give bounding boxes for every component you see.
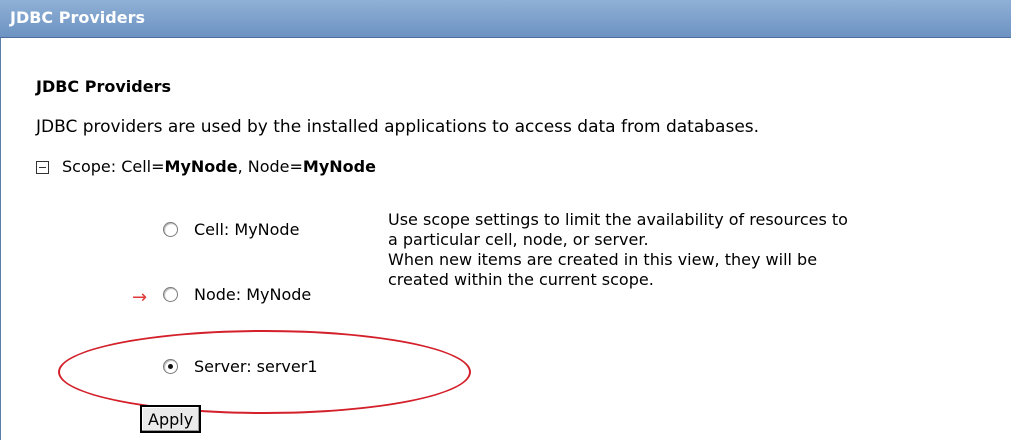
radio-node[interactable]: [163, 287, 178, 302]
collapse-icon[interactable]: [36, 160, 49, 174]
scope-option-server-label: Server: server1: [194, 357, 318, 376]
scope-option-node[interactable]: Node: MyNode: [163, 285, 311, 304]
section-description: JDBC providers are used by the installed…: [36, 117, 760, 137]
help-line: a particular cell, node, or server.: [388, 230, 649, 249]
titlebar-title: JDBC Providers: [10, 8, 145, 27]
help-line: created within the current scope.: [388, 270, 654, 289]
help-line: When new items are created in this view,…: [388, 250, 818, 269]
scope-option-cell[interactable]: Cell: MyNode: [163, 220, 299, 239]
apply-button[interactable]: Apply: [140, 405, 202, 433]
scope-option-node-label: Node: MyNode: [194, 285, 312, 304]
scope-prefix: Scope: Cell=: [62, 157, 165, 176]
current-scope-arrow-icon: →: [132, 287, 148, 308]
scope-cell-value: MyNode: [164, 157, 238, 176]
scope-node-value: MyNode: [302, 157, 376, 176]
scope-option-server[interactable]: Server: server1: [163, 357, 318, 376]
radio-cell[interactable]: [163, 222, 178, 237]
scope-help-text: Use scope settings to limit the availabi…: [388, 210, 848, 290]
help-line: Use scope settings to limit the availabi…: [388, 210, 848, 229]
scope-option-cell-label: Cell: MyNode: [194, 220, 300, 239]
titlebar: JDBC Providers: [0, 0, 1011, 38]
section-heading: JDBC Providers: [36, 77, 171, 96]
scope-row: Scope: Cell= MyNode, Node= MyNode: [36, 157, 376, 176]
scope-separator: , Node=: [237, 157, 303, 176]
radio-server[interactable]: [163, 359, 178, 374]
